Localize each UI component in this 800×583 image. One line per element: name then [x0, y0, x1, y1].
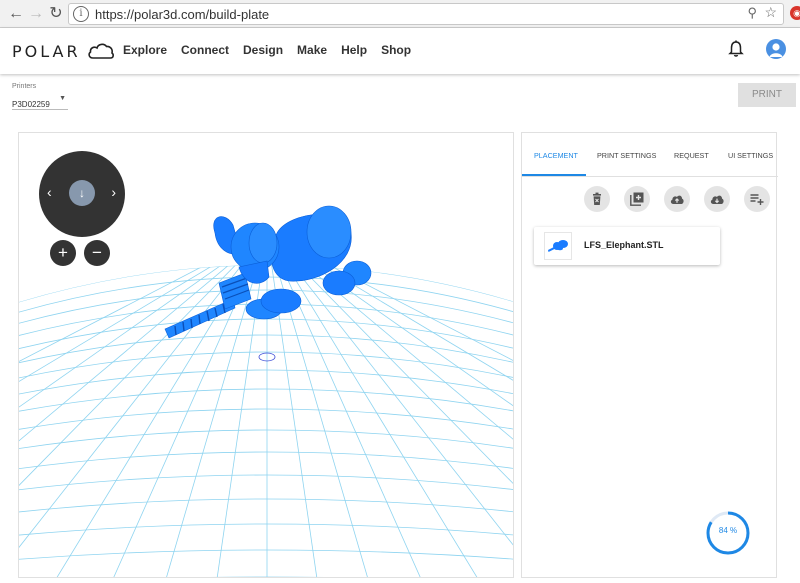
printers-label: Printers — [12, 83, 37, 90]
print-button[interactable]: PRINT — [738, 83, 796, 107]
bell-icon[interactable] — [728, 40, 744, 58]
extension-icon[interactable]: ◉ — [790, 6, 800, 20]
tab-ui-settings[interactable]: UI SETTINGS — [728, 151, 773, 160]
tab-request[interactable]: REQUEST — [674, 151, 709, 160]
zoom-in-button[interactable]: + — [50, 240, 76, 266]
app-header: POLAR Explore Connect Design Make Help S… — [0, 28, 800, 74]
nav-explore[interactable]: Explore — [123, 43, 167, 57]
nav-make[interactable]: Make — [297, 43, 327, 57]
nav-help[interactable]: Help — [341, 43, 367, 57]
delete-button[interactable] — [584, 186, 610, 212]
nav-shop[interactable]: Shop — [381, 43, 411, 57]
file-thumbnail — [544, 232, 572, 260]
tab-placement[interactable]: PLACEMENT — [534, 151, 578, 160]
playlist-add-icon — [750, 194, 764, 205]
camera-nav-pad[interactable]: ‹ ↓ › — [39, 151, 125, 237]
side-panel: PLACEMENT PRINT SETTINGS REQUEST UI SETT… — [521, 132, 778, 578]
cloud-download-icon — [710, 195, 724, 204]
add-to-queue-button[interactable] — [744, 186, 770, 212]
trash-icon — [593, 192, 601, 205]
upload-button[interactable] — [664, 186, 690, 212]
download-button[interactable] — [704, 186, 730, 212]
polar-logo[interactable]: POLAR — [12, 40, 115, 62]
file-name: LFS_Elephant.STL — [584, 240, 664, 250]
upload-progress: 84 % — [704, 509, 752, 557]
zoom-out-button[interactable]: − — [84, 240, 110, 266]
build-plate-viewer[interactable]: ‹ ↓ › + − — [18, 132, 514, 578]
arrow-left-icon[interactable]: ← — [6, 4, 26, 24]
main-nav: Explore Connect Design Make Help Shop — [123, 43, 425, 57]
elephant-model — [164, 205, 372, 339]
add-copy-icon — [630, 192, 644, 206]
user-icon — [769, 43, 783, 57]
browser-chrome: ← → ↻ i https://polar3d.com/build-plate … — [0, 0, 800, 28]
address-bar[interactable]: i https://polar3d.com/build-plate ⚲ ☆ — [68, 3, 784, 25]
cloud-upload-icon — [670, 195, 684, 204]
duplicate-button[interactable] — [624, 186, 650, 212]
panel-tabs: PLACEMENT PRINT SETTINGS REQUEST UI SETT… — [522, 133, 778, 177]
cloud-logo-icon — [87, 43, 114, 59]
tab-print-settings[interactable]: PRINT SETTINGS — [597, 151, 656, 160]
nav-connect[interactable]: Connect — [181, 43, 229, 57]
nav-design[interactable]: Design — [243, 43, 283, 57]
pan-left-icon[interactable]: ‹ — [47, 184, 52, 200]
progress-label: 84 % — [718, 526, 738, 535]
info-icon[interactable]: i — [73, 6, 89, 22]
star-icon[interactable]: ☆ — [764, 4, 777, 21]
reset-view-icon[interactable]: ↓ — [69, 180, 95, 206]
url-text: https://polar3d.com/build-plate — [95, 7, 270, 22]
file-list-item[interactable]: LFS_Elephant.STL — [534, 227, 720, 265]
logo-text: POLAR — [12, 41, 81, 61]
active-tab-indicator — [522, 174, 586, 176]
reload-icon[interactable]: ↻ — [46, 4, 66, 24]
elephant-thumbnail-icon — [548, 240, 568, 252]
printer-select[interactable]: P3D02259 ▼ — [12, 94, 68, 110]
avatar[interactable] — [766, 39, 786, 59]
zoom-icon[interactable]: ⚲ — [747, 5, 757, 21]
arrow-right-icon[interactable]: → — [26, 4, 46, 24]
caret-down-icon: ▼ — [59, 95, 66, 102]
pan-right-icon[interactable]: › — [111, 184, 116, 200]
printer-select-value: P3D02259 — [12, 100, 50, 109]
